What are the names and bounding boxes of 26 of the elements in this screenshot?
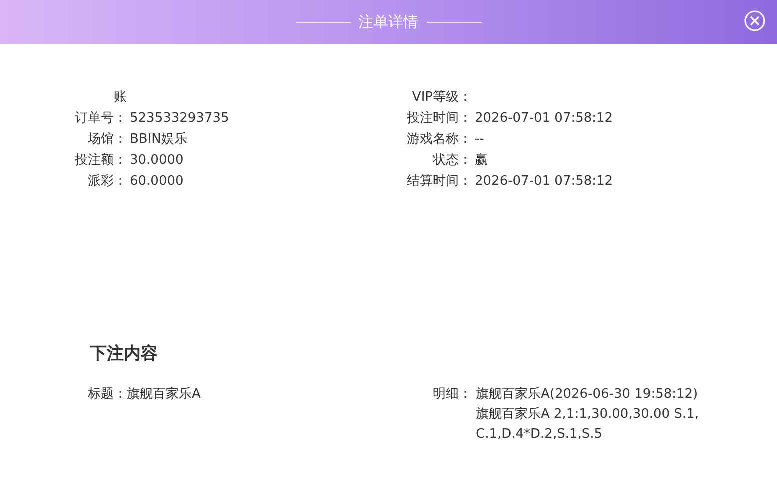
field-label: 投注时间：	[406, 110, 472, 128]
field-label: 场馆：	[87, 131, 127, 149]
field-label: 结算时间：	[406, 173, 472, 191]
field-label: 游戏名称：	[406, 131, 472, 149]
field-label: 状态：	[432, 152, 472, 170]
field-value: 2026-07-01 07:58:12	[475, 174, 614, 189]
field-value: 30.0000	[130, 153, 184, 168]
field-label: 标题：	[88, 387, 127, 402]
dialog-title: 注单详情	[358, 12, 418, 32]
field-label: 投注额：	[74, 152, 127, 170]
field-value: BBIN娱乐	[130, 132, 188, 147]
field-label: VIP等级：	[411, 89, 472, 107]
section-heading: 下注内容	[90, 343, 159, 365]
field-value: 60.0000	[130, 174, 184, 189]
detail-text: 旗舰百家乐A 2,1:1,30.00,30.00 S.1,C.1,D.4*D.2,S.1,S.5	[476, 406, 700, 444]
detail-text: 旗舰百家乐A(2026-06-30 19:58:12)	[476, 386, 700, 404]
field-label: 明细：	[432, 386, 472, 404]
close-icon[interactable]	[744, 10, 766, 32]
field-label: 账	[113, 89, 127, 107]
field-value: 523533293735	[130, 111, 230, 126]
field-value: 2026-07-01 07:58:12	[475, 111, 614, 126]
field-label: 订单号：	[74, 110, 127, 128]
field-label: 派彩：	[87, 173, 127, 191]
field-value: --	[475, 132, 484, 147]
field-value: 旗舰百家乐A	[127, 387, 201, 402]
field-value: 赢	[475, 153, 488, 168]
